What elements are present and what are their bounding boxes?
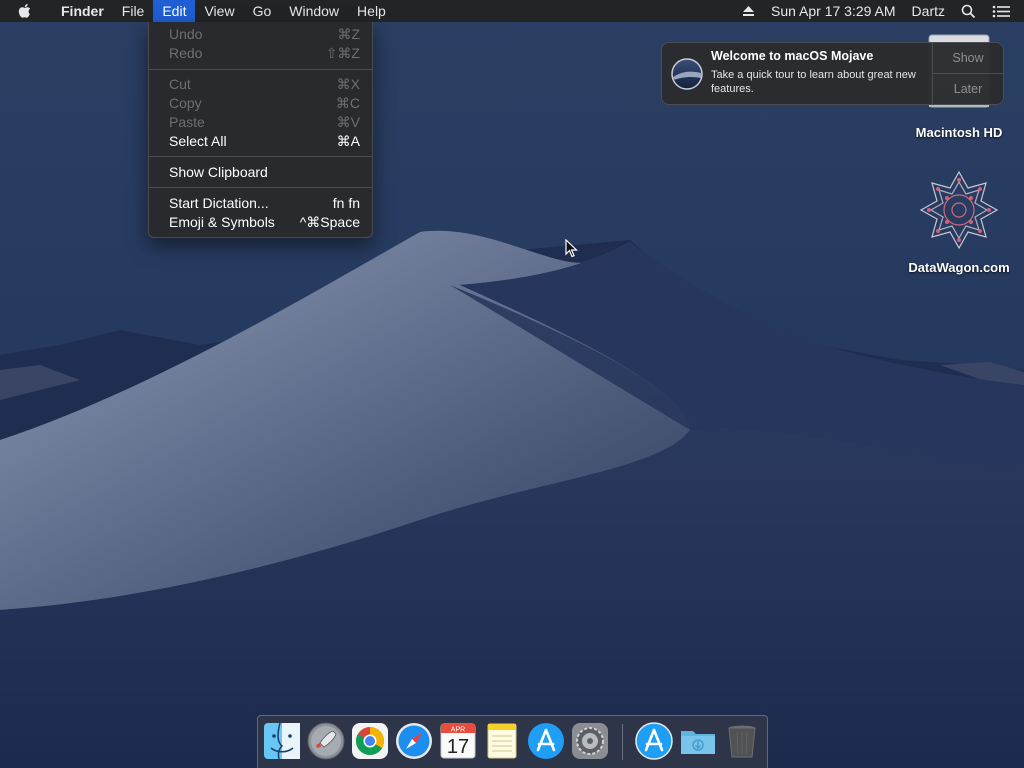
- menu-item-shortcut: fn fn: [332, 195, 360, 211]
- menu-item-label: Emoji & Symbols: [169, 214, 275, 230]
- menu-item-redo[interactable]: Redo ⇧⌘Z: [149, 44, 372, 63]
- menu-file[interactable]: File: [113, 0, 154, 22]
- spotlight-search-icon[interactable]: [953, 0, 984, 22]
- macos-mojave-icon: [671, 58, 703, 90]
- menu-item-label: Show Clipboard: [169, 164, 268, 180]
- notification-title: Welcome to macOS Mojave: [711, 49, 874, 63]
- edit-menu-dropdown: Undo ⌘Z Redo ⇧⌘Z Cut ⌘X Copy ⌘C Paste ⌘V…: [148, 22, 373, 238]
- app-store-download-icon[interactable]: [635, 722, 673, 760]
- eject-icon[interactable]: [734, 0, 763, 22]
- notification-banner[interactable]: Welcome to macOS Mojave Take a quick tou…: [661, 42, 1004, 105]
- datawagon-logo-icon: [917, 168, 1001, 252]
- desktop-icon-datawagon[interactable]: DataWagon.com: [900, 168, 1018, 275]
- calendar-day: 17: [447, 736, 469, 758]
- downloads-folder-icon[interactable]: [679, 722, 717, 760]
- menu-item-emoji-symbols[interactable]: Emoji & Symbols ^⌘Space: [149, 213, 372, 232]
- notification-body: Take a quick tour to learn about great n…: [711, 69, 916, 95]
- launchpad-icon[interactable]: [307, 722, 345, 760]
- finder-icon[interactable]: [263, 722, 301, 760]
- menu-help[interactable]: Help: [348, 0, 395, 22]
- calendar-icon[interactable]: APR 17: [439, 722, 477, 760]
- menu-item-shortcut: ⌘V: [336, 114, 360, 130]
- menu-bar: Finder File Edit View Go Window Help Sun…: [0, 0, 1024, 22]
- notification-later-button[interactable]: Later: [933, 74, 1003, 104]
- menu-separator: [149, 187, 372, 188]
- menu-item-label: Cut: [169, 76, 191, 92]
- menu-item-shortcut: ⌘A: [336, 133, 360, 149]
- menu-app-finder[interactable]: Finder: [52, 0, 113, 22]
- menu-item-start-dictation[interactable]: Start Dictation... fn fn: [149, 194, 372, 213]
- menu-item-shortcut: ⇧⌘Z: [325, 45, 360, 61]
- menu-item-select-all[interactable]: Select All ⌘A: [149, 132, 372, 151]
- menu-item-label: Paste: [169, 114, 205, 130]
- menu-item-label: Copy: [169, 95, 202, 111]
- mouse-cursor-icon: [565, 238, 579, 264]
- menu-item-shortcut: ⌘Z: [337, 26, 360, 42]
- chrome-icon[interactable]: [351, 722, 389, 760]
- menu-item-paste[interactable]: Paste ⌘V: [149, 113, 372, 132]
- dock: APR 17: [257, 715, 768, 768]
- menu-item-label: Start Dictation...: [169, 195, 269, 211]
- trash-icon[interactable]: [723, 722, 761, 760]
- menu-item-undo[interactable]: Undo ⌘Z: [149, 25, 372, 44]
- safari-icon[interactable]: [395, 722, 433, 760]
- menu-view[interactable]: View: [195, 0, 243, 22]
- menu-item-shortcut: ⌘X: [336, 76, 360, 92]
- apple-menu-icon[interactable]: [0, 0, 52, 22]
- desktop-icon-label: Macintosh HD: [915, 125, 1003, 140]
- notification-center-icon[interactable]: [984, 0, 1024, 22]
- menu-go[interactable]: Go: [244, 0, 281, 22]
- notification-show-button[interactable]: Show: [933, 43, 1003, 73]
- menu-user[interactable]: Dartz: [904, 0, 953, 22]
- menu-item-label: Redo: [169, 45, 203, 61]
- menu-separator: [149, 156, 372, 157]
- menu-item-label: Undo: [169, 26, 203, 42]
- system-preferences-icon[interactable]: [571, 722, 609, 760]
- menu-item-shortcut: ⌘C: [335, 95, 360, 111]
- menu-edit[interactable]: Edit: [153, 0, 196, 22]
- menu-item-show-clipboard[interactable]: Show Clipboard: [149, 163, 372, 182]
- menu-item-cut[interactable]: Cut ⌘X: [149, 75, 372, 94]
- menu-item-shortcut: ^⌘Space: [299, 214, 360, 230]
- app-store-icon[interactable]: [527, 722, 565, 760]
- menu-clock[interactable]: Sun Apr 17 3:29 AM: [763, 0, 904, 22]
- menu-item-copy[interactable]: Copy ⌘C: [149, 94, 372, 113]
- notes-icon[interactable]: [483, 722, 521, 760]
- dock-separator: [622, 724, 623, 760]
- menu-item-label: Select All: [169, 133, 227, 149]
- menu-bar-status-area: Sun Apr 17 3:29 AM Dartz: [734, 0, 1024, 22]
- menu-window[interactable]: Window: [280, 0, 348, 22]
- menu-separator: [149, 69, 372, 70]
- calendar-month: APR: [451, 727, 465, 734]
- desktop-icon-label: DataWagon.com: [908, 260, 1010, 275]
